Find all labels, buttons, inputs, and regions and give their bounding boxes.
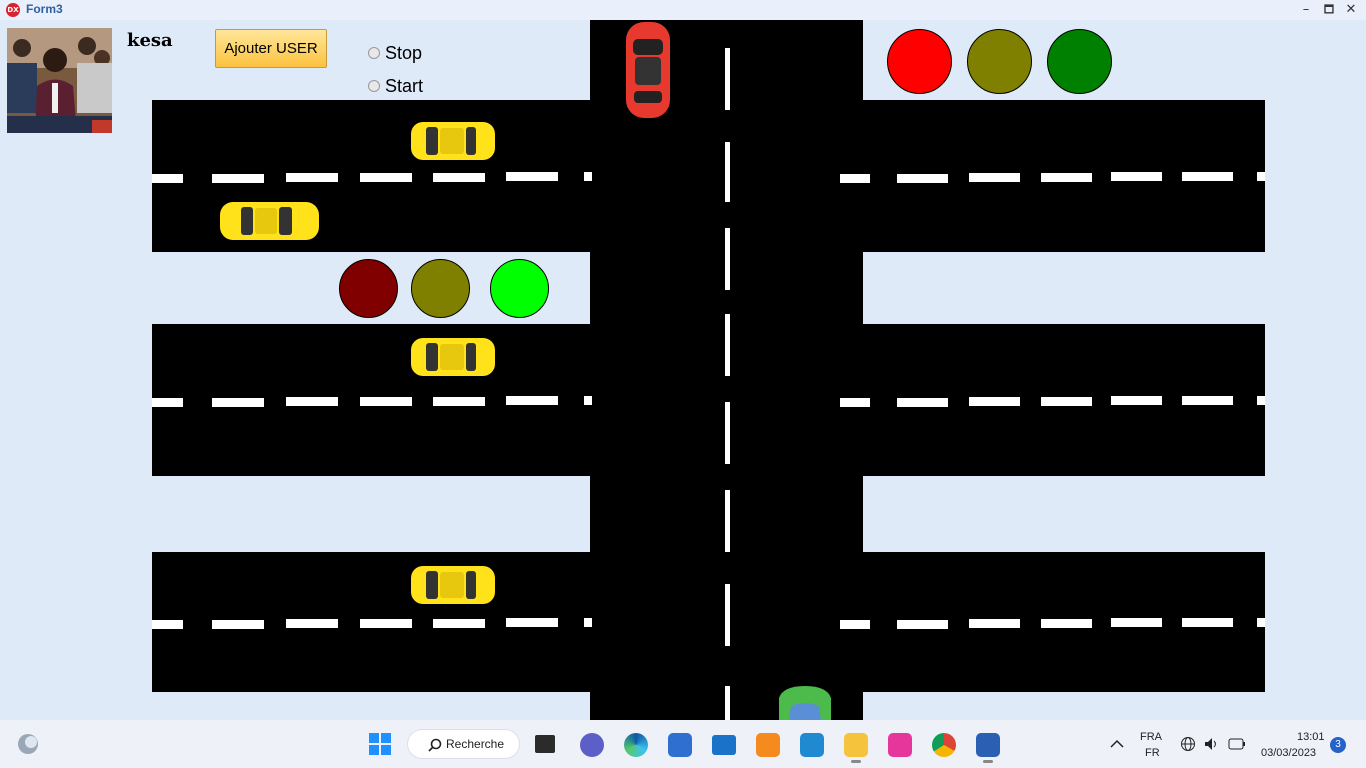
notification-badge[interactable]: 3 xyxy=(1330,737,1346,753)
running-indicator xyxy=(851,760,861,763)
battery-icon[interactable] xyxy=(1228,738,1246,750)
clock-time[interactable]: 13:01 xyxy=(1297,731,1325,743)
running-indicator xyxy=(983,760,993,763)
clock-date[interactable]: 03/03/2023 xyxy=(1261,747,1316,759)
taskbar-search-label: Recherche xyxy=(446,737,505,751)
edge-browser-icon[interactable] xyxy=(624,733,648,757)
top-traffic-light-yellow xyxy=(967,29,1032,94)
task-view-icon[interactable] xyxy=(535,735,555,753)
middle-traffic-light-green xyxy=(490,259,549,318)
top-traffic-light-red xyxy=(887,29,952,94)
weather-icon[interactable] xyxy=(16,732,40,756)
word-icon[interactable] xyxy=(976,733,1000,757)
chevron-up-icon[interactable] xyxy=(1110,738,1124,748)
red-sports-car xyxy=(626,22,670,118)
teams-chat-icon[interactable] xyxy=(580,733,604,757)
chrome-browser-icon[interactable] xyxy=(932,733,956,757)
yellow-taxi-car xyxy=(411,566,495,604)
middle-traffic-light-yellow xyxy=(411,259,470,318)
vscode-icon[interactable] xyxy=(800,733,824,757)
file-explorer-icon[interactable] xyxy=(844,733,868,757)
yellow-taxi-car xyxy=(411,122,495,160)
windows-start-icon[interactable] xyxy=(368,732,392,756)
mail-icon[interactable] xyxy=(712,735,736,755)
green-car xyxy=(779,686,831,720)
top-traffic-light-green xyxy=(1047,29,1112,94)
keyboard-layout[interactable]: FR xyxy=(1145,747,1160,759)
microsoft-store-icon[interactable] xyxy=(668,733,692,757)
search-icon xyxy=(428,738,442,752)
wamp-icon[interactable] xyxy=(888,733,912,757)
network-globe-icon[interactable] xyxy=(1180,736,1196,752)
yellow-taxi-car xyxy=(220,202,319,240)
middle-traffic-light-red xyxy=(339,259,398,318)
xampp-icon[interactable] xyxy=(756,733,780,757)
lane-markings xyxy=(152,48,1265,720)
volume-icon[interactable] xyxy=(1204,736,1220,752)
yellow-taxi-car xyxy=(411,338,495,376)
language-indicator[interactable]: FRA xyxy=(1140,731,1162,743)
